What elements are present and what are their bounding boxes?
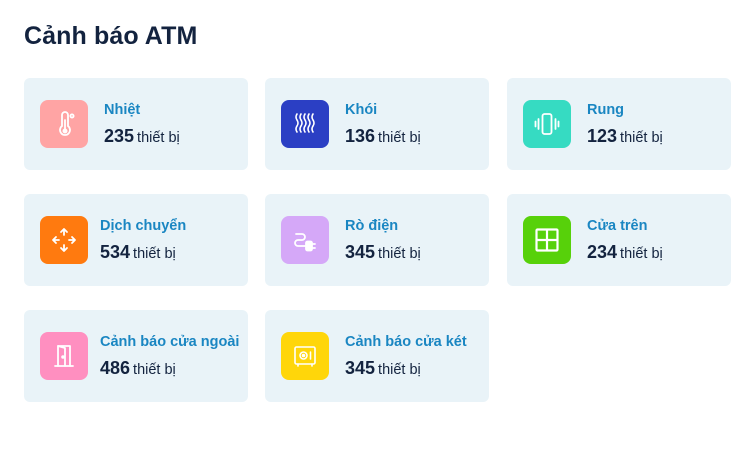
alert-card-cua-ngoai[interactable]: Cảnh báo cửa ngoài 486 thiết bị — [24, 310, 248, 402]
thermometer-icon — [40, 100, 88, 148]
door-icon — [40, 332, 88, 380]
device-unit: thiết bị — [620, 246, 663, 262]
alert-label: Khói — [345, 102, 378, 118]
vibration-icon — [523, 100, 571, 148]
alert-card-cua-tren[interactable]: Cửa trên 234 thiết bị — [507, 194, 731, 286]
device-count: 345 — [345, 358, 376, 378]
electric-plug-icon — [281, 216, 329, 264]
device-count: 234 — [587, 242, 618, 262]
alert-card-cua-ket[interactable]: Cảnh báo cửa két 345 thiết bị — [265, 310, 489, 402]
device-count: 136 — [345, 126, 376, 146]
alert-card-khoi[interactable]: Khói 136 thiết bị — [265, 78, 489, 170]
device-unit: thiết bị — [133, 246, 176, 262]
device-unit: thiết bị — [378, 130, 421, 146]
device-count: 235 — [104, 126, 135, 146]
device-unit: thiết bị — [620, 130, 663, 146]
device-count: 534 — [100, 242, 131, 262]
alert-label: Cửa trên — [587, 218, 648, 234]
device-count: 486 — [100, 358, 131, 378]
move-icon — [40, 216, 88, 264]
alert-card-rung[interactable]: Rung 123 thiết bị — [507, 78, 731, 170]
device-count: 123 — [587, 126, 618, 146]
window-icon — [523, 216, 571, 264]
device-unit: thiết bị — [378, 246, 421, 262]
alert-label: Dịch chuyển — [100, 218, 187, 234]
alert-label: Rò điện — [345, 218, 399, 234]
device-unit: thiết bị — [137, 130, 180, 146]
device-count: 345 — [345, 242, 376, 262]
page-title: Cảnh báo ATM — [24, 22, 198, 50]
device-unit: thiết bị — [133, 362, 176, 378]
device-unit: thiết bị — [378, 362, 421, 378]
safe-icon — [281, 332, 329, 380]
alert-card-ro-dien[interactable]: Rò điện 345 thiết bị — [265, 194, 489, 286]
smoke-icon — [281, 100, 329, 148]
alert-card-dich-chuyen[interactable]: Dịch chuyển 534 thiết bị — [24, 194, 248, 286]
alert-label: Rung — [587, 102, 625, 118]
alert-label: Cảnh báo cửa két — [345, 334, 467, 350]
alert-card-nhiet[interactable]: Nhiệt 235 thiết bị — [24, 78, 248, 170]
alert-label: Nhiệt — [104, 102, 141, 118]
alert-label: Cảnh báo cửa ngoài — [100, 334, 240, 350]
